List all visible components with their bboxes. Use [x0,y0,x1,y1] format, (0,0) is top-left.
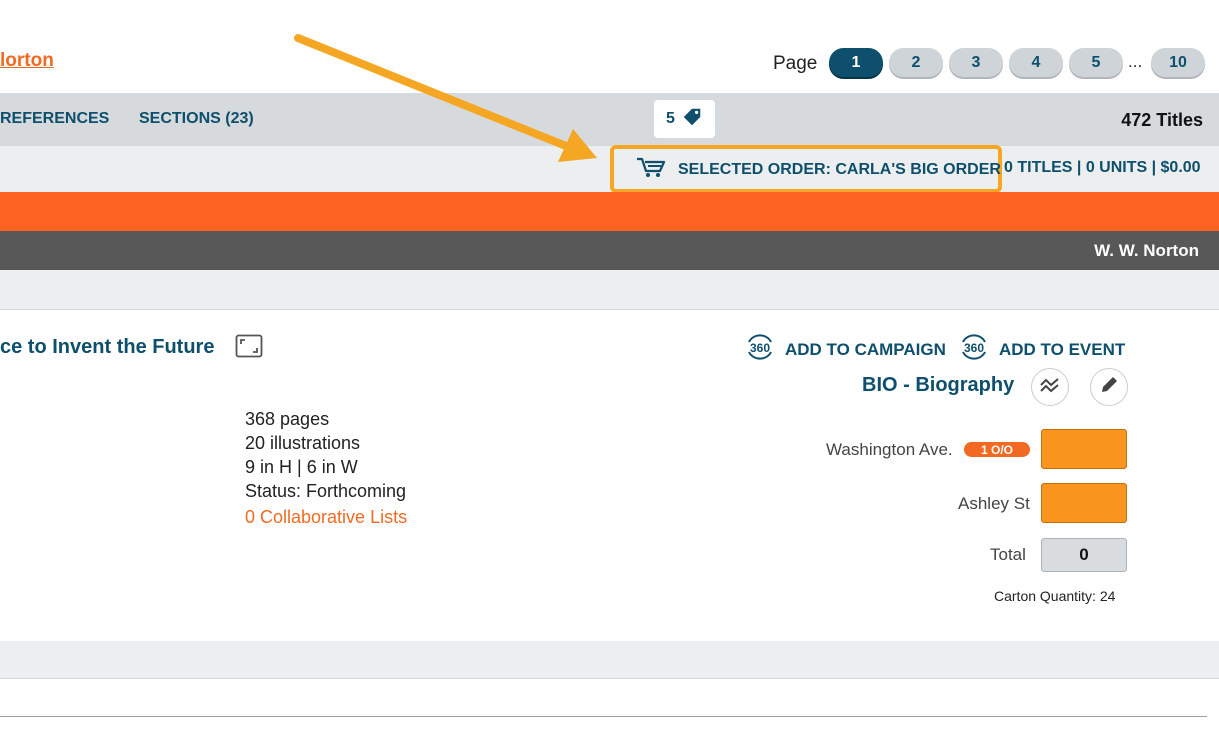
orange-divider-bar [0,192,1219,231]
expand-icon[interactable] [235,334,263,358]
page-button-2[interactable]: 2 [889,48,943,77]
add-to-campaign-button[interactable]: 360 ADD TO CAMPAIGN [745,333,946,366]
page-button-1[interactable]: 1 [829,48,883,77]
add-to-event-button[interactable]: 360 ADD TO EVENT [959,333,1125,366]
selected-order-button[interactable]: SELECTED ORDER: CARLA'S BIG ORDER [636,156,1001,183]
quantity-input-ashley[interactable] [1041,483,1127,523]
book-title[interactable]: ce to Invent the Future [0,336,214,359]
page-button-5[interactable]: 5 [1069,48,1123,77]
collaborative-lists-link[interactable]: 0 Collaborative Lists [245,507,407,528]
publisher-name: W. W. Norton [1094,241,1199,260]
cart-icon [636,156,666,183]
dimensions: 9 in H | 6 in W [245,457,358,477]
trend-icon [1039,375,1061,400]
status: Status: Forthcoming [245,481,407,501]
page-label: Page [773,53,818,74]
tag-icon [681,106,703,133]
svg-text:360: 360 [750,341,770,355]
tag-filter-button[interactable]: 5 [654,100,715,138]
edit-button[interactable] [1090,368,1128,406]
tag-count: 5 [666,110,675,127]
carton-quantity: Carton Quantity: 24 [994,588,1116,604]
add-to-event-label: ADD TO EVENT [999,339,1126,359]
total-label: Total [990,545,1026,564]
selected-order-label: SELECTED ORDER: CARLA'S BIG ORDER [678,160,1001,178]
titles-count: 472 Titles [1121,110,1203,130]
location-washington-label: Washington Ave. [826,440,953,459]
page-button-10[interactable]: 10 [1151,48,1205,77]
publisher-link[interactable]: lorton [0,50,54,72]
order-summary[interactable]: 0 TITLES | 0 UNITS | $0.00 [1004,159,1201,177]
illustrations: 20 illustrations [245,433,361,453]
compare-button[interactable] [1031,368,1069,406]
page-button-4[interactable]: 4 [1009,48,1063,77]
subheader-bar [0,270,1219,310]
location-ashley-label: Ashley St [958,494,1030,513]
svg-text:360: 360 [964,341,984,355]
360-icon: 360 [745,333,775,366]
360-icon: 360 [959,333,989,366]
pencil-icon [1099,375,1119,400]
nav-item-sections[interactable]: SECTIONS (23) [139,110,254,128]
nav-item-references[interactable]: REFERENCES [0,110,109,128]
page-ellipsis: ... [1128,52,1143,71]
bisac-category: BIO - Biography [862,374,1015,396]
row-separator-band [0,641,1219,679]
publisher-bar [0,231,1219,270]
quantity-input-washington[interactable] [1041,429,1127,469]
page-button-3[interactable]: 3 [949,48,1003,77]
total-value: 0 [1041,538,1127,572]
divider-line [0,716,1207,717]
add-to-campaign-label: ADD TO CAMPAIGN [785,339,946,359]
page-count: 368 pages [245,409,330,429]
on-order-badge: 1 O/O [964,442,1030,457]
